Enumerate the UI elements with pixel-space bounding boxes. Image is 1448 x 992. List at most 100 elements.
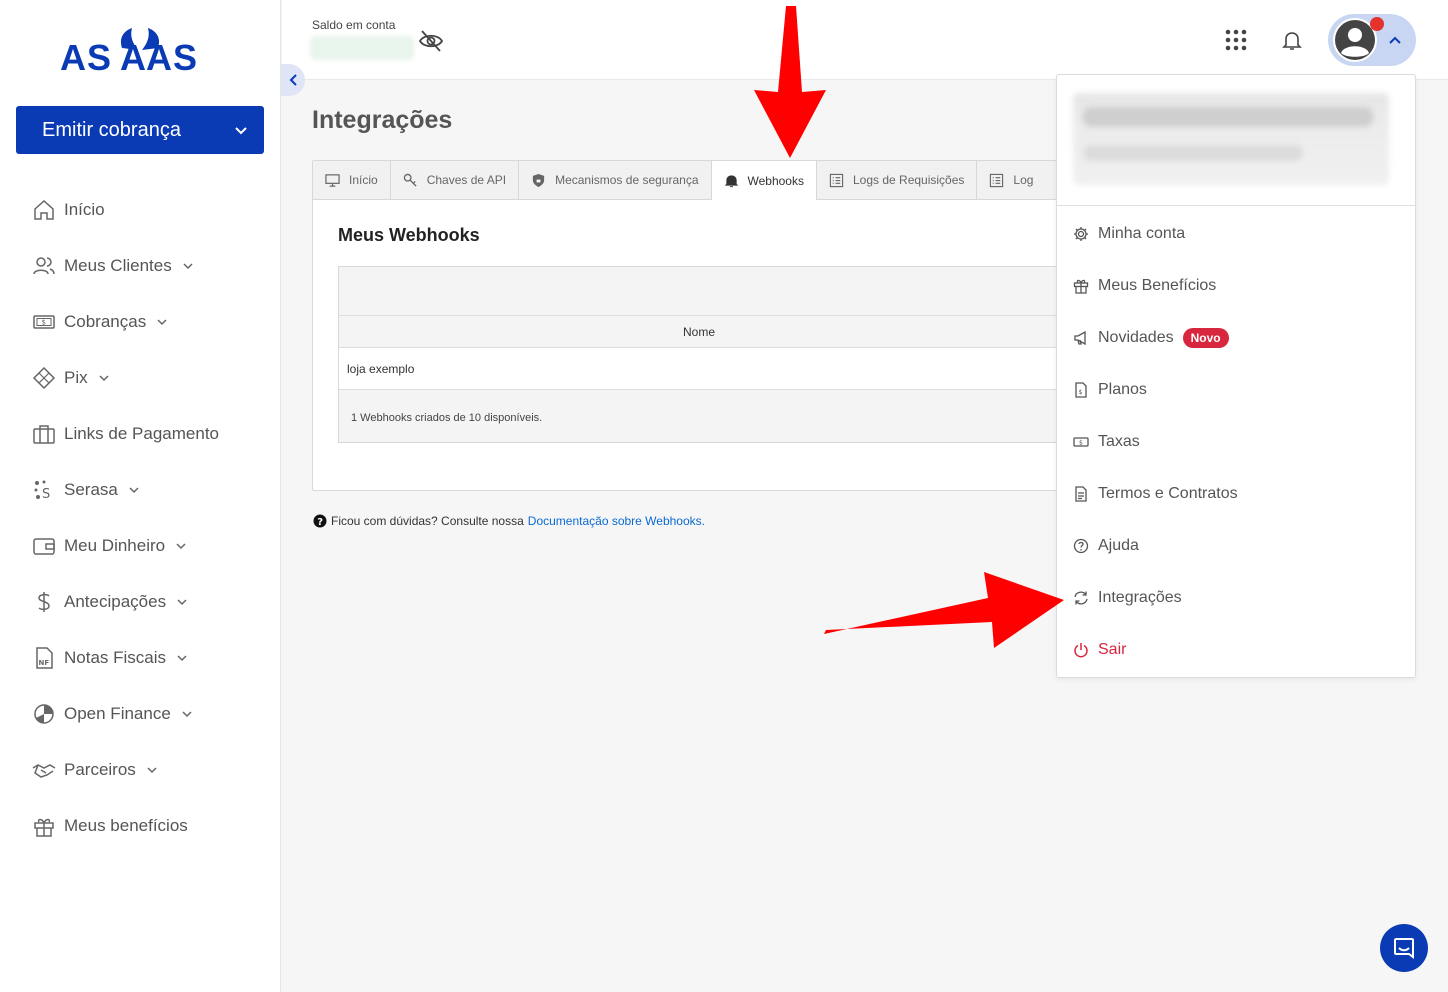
home-icon <box>34 199 54 220</box>
menu-item-label: Meus Benefícios <box>1098 277 1217 294</box>
svg-text:AS: AS <box>60 37 112 76</box>
emit-charge-label: Emitir cobrança <box>42 118 181 141</box>
sidebar-item-label: Início <box>64 200 105 219</box>
chat-support-button[interactable] <box>1380 924 1428 972</box>
sidebar-item-label: Serasa <box>64 480 118 499</box>
balance-value-hidden <box>310 36 414 60</box>
table-footer: 1 Webhooks criados de 10 disponíveis. <box>351 412 543 424</box>
sidebar-item-label: Pix <box>64 368 88 387</box>
sidebar-item-cobrancas[interactable]: $ Cobranças <box>32 294 272 350</box>
sidebar-item-label: Cobranças <box>64 312 147 331</box>
gear-icon <box>1074 227 1088 241</box>
money-icon: $ <box>1073 437 1089 447</box>
chevron-down-icon <box>177 599 187 606</box>
menu-item-label: Integrações <box>1098 589 1182 606</box>
list-icon <box>990 173 1004 187</box>
gift-icon <box>34 818 54 837</box>
sidebar-item-label: Antecipações <box>64 592 167 611</box>
chevron-down-icon <box>157 319 167 326</box>
sync-icon <box>1074 591 1088 605</box>
svg-text:A: A <box>120 37 146 76</box>
annotation-arrow-right <box>824 572 1064 648</box>
question-circle-icon: ? <box>313 514 327 528</box>
document-icon: $ <box>1075 382 1087 398</box>
emit-charge-button[interactable]: Emitir cobrança <box>16 106 264 154</box>
sidebar-item-parceiros[interactable]: Parceiros <box>32 742 272 798</box>
notification-bell-icon[interactable] <box>1280 28 1304 52</box>
chat-icon <box>1394 938 1414 959</box>
eye-off-icon[interactable] <box>418 28 444 54</box>
column-label: Nome <box>682 324 715 339</box>
menu-item-minha-conta[interactable]: Minha conta <box>1073 208 1403 260</box>
menu-item-label: Sair <box>1098 641 1127 658</box>
sidebar-item-label: Meu Dinheiro <box>64 536 166 555</box>
balance-label: Saldo em conta <box>312 18 396 32</box>
tab-logs-de-requisicoes[interactable]: Logs de Requisições <box>817 161 978 199</box>
tab-label: Início <box>349 173 378 187</box>
tab-label: Logs de Requisições <box>852 173 965 187</box>
table-row[interactable]: loja exemplo <box>339 348 1071 390</box>
sidebar-item-label: Meus benefícios <box>64 816 188 835</box>
user-menu-toggle[interactable] <box>1328 14 1416 66</box>
key-icon <box>403 173 417 187</box>
tab-webhooks[interactable]: Webhooks <box>711 161 817 200</box>
tab-logs[interactable]: Log <box>977 161 1045 199</box>
table-header-nome[interactable]: Nome <box>339 315 1071 348</box>
menu-item-label: Minha conta <box>1098 225 1186 242</box>
webhooks-docs-link[interactable]: Documentação sobre Webhooks. <box>528 514 705 528</box>
menu-item-integracoes[interactable]: Integrações <box>1073 572 1403 624</box>
sidebar-item-meu-dinheiro[interactable]: Meu Dinheiro <box>32 518 272 574</box>
sidebar-item-pix[interactable]: Pix <box>32 350 272 406</box>
chevron-left-icon <box>289 74 297 86</box>
svg-text:NF: NF <box>39 659 50 667</box>
apps-grid-icon[interactable] <box>1224 28 1248 52</box>
menu-item-sair[interactable]: Sair <box>1073 624 1403 676</box>
menu-item-meus-beneficios[interactable]: Meus Benefícios <box>1073 260 1403 312</box>
sidebar-item-antecipacoes[interactable]: Antecipações <box>32 574 272 630</box>
page-title: Integrações <box>312 106 453 134</box>
tab-inicio[interactable]: Início <box>313 161 391 199</box>
sidebar-item-meus-beneficios[interactable]: Meus benefícios <box>32 798 272 854</box>
menu-item-label: Taxas <box>1098 433 1140 450</box>
menu-item-taxas[interactable]: $ Taxas <box>1073 416 1403 468</box>
sidebar-item-links-de-pagamento[interactable]: Links de Pagamento <box>32 406 272 462</box>
tab-mecanismos-de-seguranca[interactable]: Mecanismos de segurança <box>519 161 712 199</box>
pix-icon <box>32 366 56 390</box>
sidebar-item-open-finance[interactable]: Open Finance <box>32 686 272 742</box>
chevron-down-icon <box>235 127 247 135</box>
sidebar: AS A AS Emitir cobrança Início Meus Clie… <box>0 0 281 992</box>
asaas-logo[interactable]: AS A AS <box>60 26 220 76</box>
svg-text:$: $ <box>42 319 46 327</box>
money-icon: $ <box>33 315 55 329</box>
menu-item-planos[interactable]: $ Planos <box>1073 364 1403 416</box>
tab-chaves-de-api[interactable]: Chaves de API <box>391 161 520 199</box>
sidebar-item-meus-clientes[interactable]: Meus Clientes <box>32 238 272 294</box>
chevron-down-icon <box>177 655 187 662</box>
megaphone-icon <box>1074 330 1086 346</box>
document-icon <box>1075 486 1087 502</box>
integrations-tabs: Início Chaves de API Mecanismos de segur… <box>313 161 1071 200</box>
sidebar-item-label: Parceiros <box>64 760 136 779</box>
user-menu-list: Minha conta Meus Benefícios Novidades No… <box>1073 208 1403 676</box>
sidebar-item-notas-fiscais[interactable]: NF Notas Fiscais <box>32 630 272 686</box>
monitor-icon <box>325 173 340 187</box>
svg-text:$: $ <box>1079 440 1083 447</box>
menu-item-ajuda[interactable]: Ajuda <box>1073 520 1403 572</box>
menu-item-label: Ajuda <box>1098 537 1139 554</box>
webhook-name: loja exemplo <box>347 361 415 376</box>
menu-item-termos-e-contratos[interactable]: Termos e Contratos <box>1073 468 1403 520</box>
chevron-down-icon <box>129 487 139 494</box>
menu-item-label: Novidades <box>1098 329 1174 346</box>
chevron-down-icon <box>99 375 109 382</box>
menu-item-label: Termos e Contratos <box>1098 485 1238 502</box>
tab-label: Chaves de API <box>426 173 507 187</box>
notification-dot <box>1370 17 1384 31</box>
sidebar-item-inicio[interactable]: Início <box>32 182 272 238</box>
dollar-icon <box>38 592 50 612</box>
list-icon <box>829 173 844 187</box>
sidebar-item-serasa[interactable]: S Serasa <box>32 462 272 518</box>
menu-item-novidades[interactable]: Novidades Novo <box>1073 312 1403 364</box>
top-header: Saldo em conta <box>282 0 1448 80</box>
chevron-down-icon <box>176 543 186 550</box>
svg-text:S: S <box>42 487 50 502</box>
